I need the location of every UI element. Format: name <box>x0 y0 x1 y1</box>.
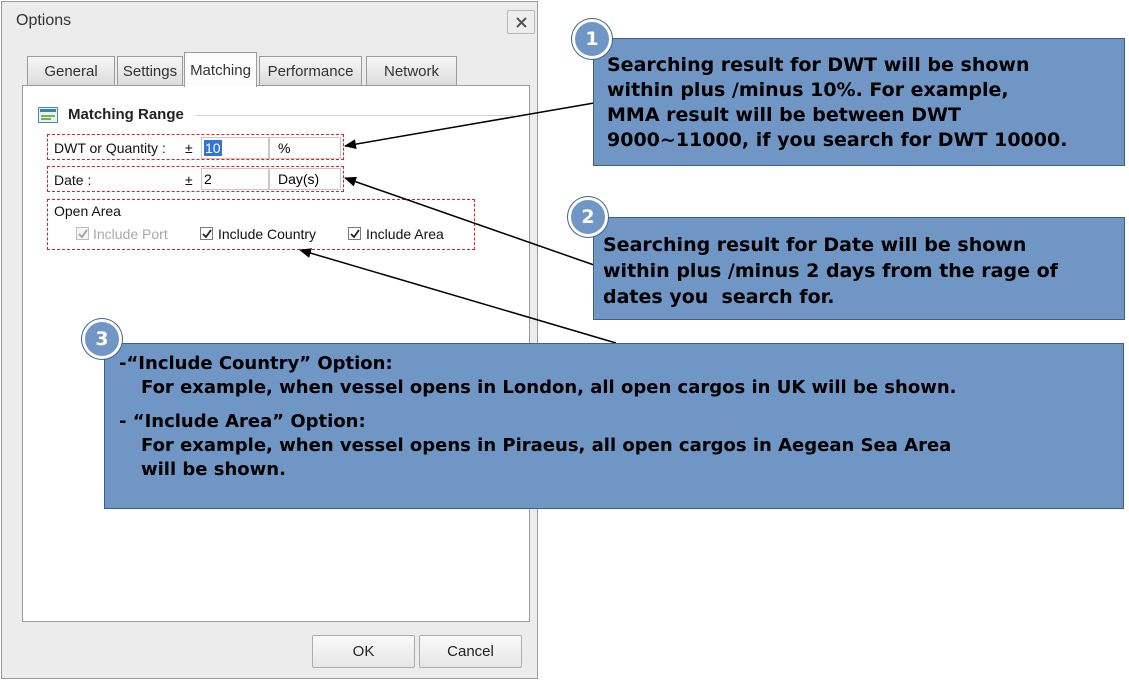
callout-3-line-5: will be shown. <box>141 459 286 480</box>
arrow-2 <box>344 176 595 266</box>
callout-3-line-4: For example, when vessel opens in Piraeu… <box>141 435 952 456</box>
callout-1-line-2: within plus /minus 10%. For example, <box>607 79 1009 101</box>
callout-2-line-3: dates you search for. <box>603 286 835 308</box>
callout-2-badge: 2 <box>568 197 608 237</box>
callout-1-badge: 1 <box>572 19 612 59</box>
callout-1-line-4: 9000~11000, if you search for DWT 10000. <box>607 129 1068 151</box>
callout-2-line-1: Searching result for Date will be shown <box>603 234 1027 256</box>
callout-2: Searching result for Date will be shown … <box>593 217 1125 320</box>
arrow-1 <box>344 102 595 150</box>
callout-3-badge: 3 <box>82 319 122 359</box>
callout-3-line-1: -“Include Country” Option: <box>119 353 393 374</box>
callout-2-line-2: within plus /minus 2 days from the rage … <box>603 260 1058 282</box>
callout-3-line-2: For example, when vessel opens in London… <box>141 377 957 398</box>
arrow-3 <box>299 248 617 344</box>
callout-1-line-1: Searching result for DWT will be shown <box>607 54 1030 76</box>
callout-3: -“Include Country” Option: For example, … <box>104 343 1124 509</box>
callout-1-line-3: MMA result will be between DWT <box>607 104 961 126</box>
callout-3-spacer <box>119 400 1123 410</box>
callout-3-line-3: - “Include Area” Option: <box>119 411 366 432</box>
callout-1: Searching result for DWT will be shown w… <box>593 38 1125 166</box>
